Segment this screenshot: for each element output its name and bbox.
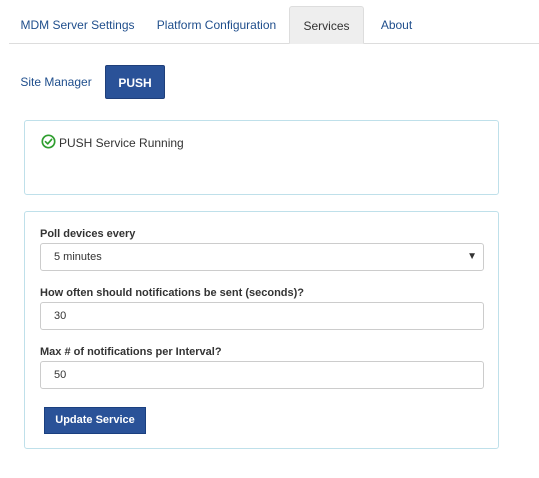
tab-about[interactable]: About xyxy=(369,6,424,43)
notification-frequency-label: How often should notifications be sent (… xyxy=(40,287,305,299)
subnav-push[interactable]: PUSH xyxy=(105,65,165,99)
poll-interval-value: 5 minutes xyxy=(54,251,102,263)
max-notifications-label: Max # of notifications per Interval? xyxy=(40,346,222,358)
tab-mdm-server-settings[interactable]: MDM Server Settings xyxy=(11,6,144,43)
update-service-button[interactable]: Update Service xyxy=(44,407,146,434)
status-panel: PUSH Service Running xyxy=(24,120,499,195)
check-circle-icon xyxy=(41,134,59,152)
tab-platform-configuration[interactable]: Platform Configuration xyxy=(149,6,284,43)
service-status: PUSH Service Running xyxy=(41,134,184,152)
poll-interval-select[interactable]: 5 minutes ▼ xyxy=(40,243,484,271)
tab-services[interactable]: Services xyxy=(289,6,364,44)
max-notifications-input[interactable]: 50 xyxy=(40,361,484,389)
max-notifications-value: 50 xyxy=(54,369,67,381)
notification-frequency-value: 30 xyxy=(54,310,67,322)
subnav-site-manager[interactable]: Site Manager xyxy=(16,65,96,99)
settings-tab-bar: MDM Server Settings Platform Configurati… xyxy=(9,6,539,44)
service-status-text: PUSH Service Running xyxy=(59,136,184,150)
push-settings-form: Poll devices every 5 minutes ▼ How often… xyxy=(24,211,499,449)
chevron-down-icon: ▼ xyxy=(467,251,477,262)
notification-frequency-input[interactable]: 30 xyxy=(40,302,484,330)
poll-interval-label: Poll devices every xyxy=(40,228,136,240)
services-page: MDM Server Settings Platform Configurati… xyxy=(0,0,539,478)
